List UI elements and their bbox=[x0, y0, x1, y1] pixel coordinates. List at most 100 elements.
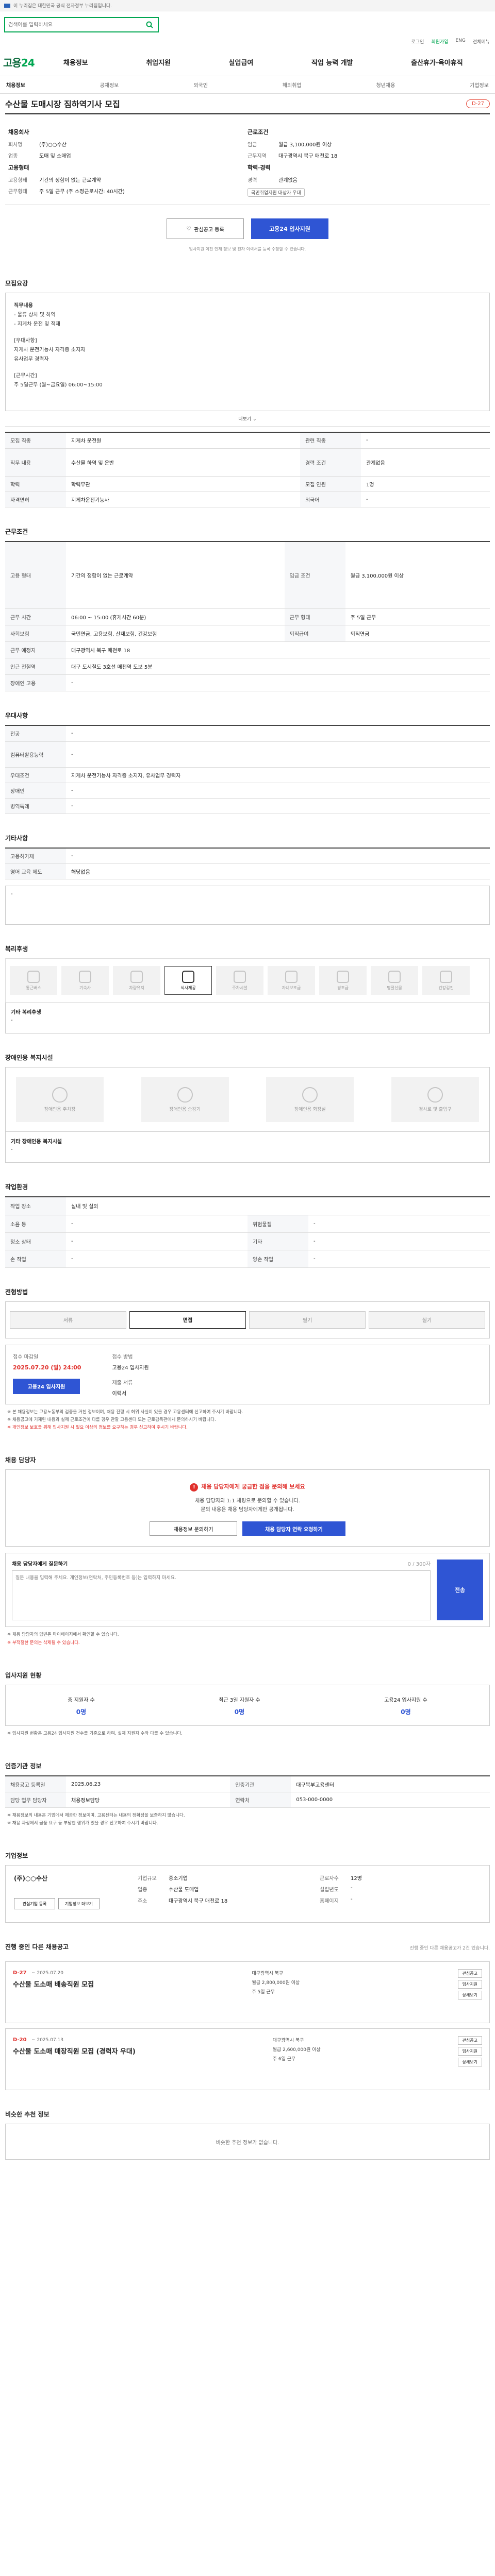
bus-icon bbox=[27, 970, 40, 983]
apply-button[interactable]: 고용24 입사지원 bbox=[251, 218, 328, 239]
lnb-item[interactable]: 청년채용 bbox=[376, 81, 395, 89]
inquiry-notes: ※ 채용 담당자의 답변은 마이페이지에서 확인할 수 있습니다. ※ 부적절한… bbox=[7, 1632, 119, 1646]
more-button[interactable]: 더보기 ⌄ bbox=[5, 411, 490, 427]
job-title: 수산물 도소매 매장직원 모집 (경력자 우대) bbox=[13, 2048, 136, 2056]
gnb-item[interactable]: 직업 능력 개발 bbox=[311, 57, 353, 67]
job-detail-button[interactable]: 상세보기 bbox=[457, 2058, 482, 2067]
certify-notes: ※ 채용정보의 내용은 기업에서 제공한 정보이며, 고용센터는 내용의 정확성… bbox=[7, 1812, 185, 1826]
job-detail-button[interactable]: 상세보기 bbox=[457, 1991, 482, 2000]
table-row: 담당 업무 담당자 채용정보담당 연락처 053-000-0000 bbox=[5, 1792, 490, 1808]
summary-heading: 고용형태 bbox=[8, 164, 29, 171]
table-row: 장애인 - bbox=[5, 783, 490, 799]
table-row: 인근 전철역 대구 도시철도 3호선 매천역 도보 5분 bbox=[5, 658, 490, 675]
welfare-item: 건강검진 bbox=[422, 966, 470, 995]
status-item: 총 지원자 수 0명 bbox=[68, 1697, 95, 1716]
eng-link[interactable]: ENG bbox=[455, 38, 465, 48]
welfare-item: 명절선물 bbox=[371, 966, 418, 995]
lnb-item[interactable]: 외국인 bbox=[193, 81, 208, 89]
utility-menu: 로그인 회원가입 ENG 전체메뉴 bbox=[0, 38, 495, 48]
status-box: 총 지원자 수 0명 최근 3일 지원자 수 0명 고용24 입사지원 수 0명 bbox=[5, 1684, 490, 1726]
interest-company-button[interactable]: 관심기업 등록 bbox=[14, 1898, 55, 1910]
method-steps: 서류 면접 필기 실기 bbox=[6, 1311, 489, 1329]
company-row: 업종 수산물 도매업 bbox=[138, 1887, 199, 1893]
section-title-company: 기업정보 bbox=[5, 1852, 28, 1860]
summary-heading: 채용회사 bbox=[8, 129, 29, 135]
table-row: 컴퓨터활용능력 - bbox=[5, 741, 490, 768]
lnb-item[interactable]: 공채정보 bbox=[100, 81, 119, 89]
gnb-item[interactable]: 출산휴가·육아휴직 bbox=[411, 57, 463, 67]
company-row: 기업규모 중소기업 bbox=[138, 1876, 188, 1882]
action-note: 입사지원 이전 인재 정보 및 전자 이력서를 등록·수정할 수 있습니다. bbox=[189, 247, 306, 251]
meal-icon bbox=[182, 970, 194, 983]
car-icon bbox=[130, 970, 143, 983]
global-nav: 고용24 채용정보 취업지원 실업급여 직업 능력 개발 출산휴가·육아휴직 bbox=[0, 48, 495, 76]
disabled-item: 장애인용 화장실 bbox=[266, 1077, 354, 1122]
page-title: 수산물 도매시장 짐하역기사 모집 bbox=[5, 99, 120, 109]
apply-submit-button[interactable]: 고용24 입사지원 bbox=[13, 1378, 80, 1394]
welfare-item: 주차시설 bbox=[216, 966, 263, 995]
table-row: 근무 예정지 대구광역시 북구 매천로 18 bbox=[5, 641, 490, 658]
holiday-icon bbox=[388, 970, 401, 983]
search-area bbox=[0, 11, 495, 38]
job-scrap-button[interactable]: 관심공고 bbox=[457, 1969, 482, 1978]
job-card[interactable]: D-27 ~ 2025.07.20 수산물 도소매 배송직원 모집 대구광역시 … bbox=[5, 1961, 490, 2024]
lnb-item[interactable]: 채용정보 bbox=[6, 81, 25, 89]
inquiry-alert: ! 채용 담당자에게 궁금한 점을 문의해 보세요 채용 담당자와 1:1 채팅으… bbox=[5, 1469, 490, 1547]
all-menu-link[interactable]: 전체메뉴 bbox=[473, 38, 490, 48]
table-row: 직무 내용 수산물 하역 및 운반 경력 조건 관계없음 bbox=[5, 448, 490, 477]
search-icon[interactable] bbox=[144, 20, 155, 30]
lnb-item[interactable]: 해외취업 bbox=[283, 81, 302, 89]
section-title-work: 근무조건 bbox=[5, 528, 28, 535]
section-title-method: 전형방법 bbox=[5, 1288, 28, 1296]
method-step: 필기 bbox=[249, 1311, 366, 1329]
gnb-item[interactable]: 취업지원 bbox=[146, 57, 171, 67]
summary-row: 고용형태 기간의 정함이 없는 근로계약 bbox=[8, 178, 101, 183]
join-link[interactable]: 회원가입 bbox=[431, 38, 448, 48]
certify-table: 채용공고 등록일 2025.06.23 인증기관 대구북부고용센터 담당 업무 담당자… bbox=[5, 1775, 490, 1808]
job-apply-button[interactable]: 입사지원 bbox=[457, 2047, 482, 2056]
section-title-other-jobs: 진행 중인 다른 채용공고 bbox=[5, 1943, 69, 1951]
summary-row: 회사명 (주)○○수산 bbox=[8, 142, 67, 148]
inquiry-send-button[interactable]: 전송 bbox=[437, 1560, 483, 1621]
company-more-button[interactable]: 기업정보 더보기 bbox=[58, 1898, 100, 1910]
scrap-button[interactable]: ♡ 관심공고 등록 bbox=[167, 218, 244, 239]
table-row: 모집 직종 지게차 운전원 관련 직종 - bbox=[5, 433, 490, 449]
section-title-certify: 인증기관 정보 bbox=[5, 1762, 42, 1770]
search-box bbox=[4, 17, 159, 32]
summary-left: 채용회사 회사명 (주)○○수산 업종 도매 및 소매업 고용형태 고용형태 기간의 … bbox=[8, 124, 248, 198]
parking-icon bbox=[52, 1087, 68, 1103]
child-icon bbox=[285, 970, 298, 983]
apply-method: 접수 방법 고용24 입사지원 제출 서류 이력서 bbox=[112, 1354, 149, 1397]
method-notes: ※ 본 채용정보는 고용노동부의 검증을 거친 정보이며, 채용 진행 시 허위… bbox=[7, 1409, 243, 1431]
welfare-item: 자녀보조금 bbox=[268, 966, 315, 995]
chevron-down-icon: ⌄ bbox=[253, 417, 257, 422]
login-link[interactable]: 로그인 bbox=[411, 38, 424, 48]
welfare-etc-box: 기타 복리후생 - bbox=[5, 1003, 490, 1033]
gnb-item[interactable]: 채용정보 bbox=[63, 57, 88, 67]
section-title-similar: 비슷한 추천 정보 bbox=[5, 2111, 50, 2119]
table-row: 소음 등 - 위험물질 - bbox=[5, 1215, 490, 1233]
env-table: 작업 장소 실내 및 실외 소음 등 - 위험물질 - 청소 상태 - 기타 - 손 작업 - 양… bbox=[5, 1196, 490, 1268]
dormitory-icon bbox=[79, 970, 91, 983]
summary-row: 근무형태 주 5일 근무 (주 소정근로시간: 40시간) bbox=[8, 189, 125, 195]
inquiry-textarea[interactable] bbox=[12, 1570, 431, 1621]
job-card[interactable]: D-20 ~ 2025.07.13 수산물 도소매 매장직원 모집 (경력자 우… bbox=[5, 2028, 490, 2091]
gnb-item[interactable]: 실업급여 bbox=[229, 57, 254, 67]
logo[interactable]: 고용24 bbox=[3, 55, 35, 70]
table-row: 자격면허 지게차운전기능사 외국어 - bbox=[5, 492, 490, 507]
disabled-item: 경사로 및 출입구 bbox=[391, 1077, 479, 1122]
inquiry-button[interactable]: 채용정보 문의하기 bbox=[150, 1521, 237, 1536]
job-scrap-button[interactable]: 관심공고 bbox=[457, 2036, 482, 2045]
job-apply-button[interactable]: 입사지원 bbox=[457, 1980, 482, 1989]
lnb-item[interactable]: 기업정보 bbox=[470, 81, 489, 89]
table-row: 사회보험 국민연금, 고용보험, 산재보험, 건강보험 퇴직급여 퇴직연금 bbox=[5, 625, 490, 642]
summary-row: 업종 도매 및 소매업 bbox=[8, 154, 71, 159]
disabled-etc-box: 기타 장애인용 복지시설 - bbox=[5, 1132, 490, 1163]
method-step-active: 면접 bbox=[129, 1311, 246, 1329]
welfare-item: 기숙사 bbox=[61, 966, 109, 995]
job-dday: D-20 bbox=[13, 2037, 27, 2043]
contact-request-button[interactable]: 채용 담당자 연락 요청하기 bbox=[242, 1521, 345, 1536]
table-row: 손 작업 - 양손 작업 - bbox=[5, 1250, 490, 1268]
search-input[interactable] bbox=[8, 22, 144, 28]
section-title-disabled: 장애인용 복지시설 bbox=[5, 1054, 53, 1061]
